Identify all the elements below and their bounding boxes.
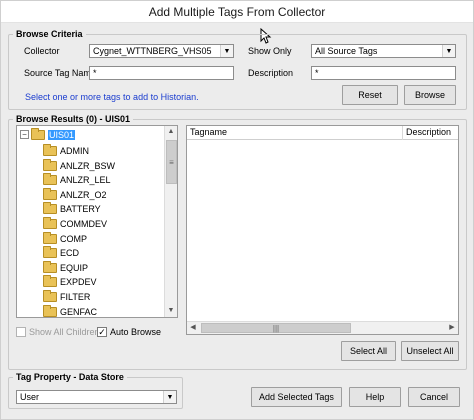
tree-item[interactable]: GENFAC [43,304,98,317]
scrollbar-thumb[interactable]: ≡ [166,140,177,184]
select-all-button[interactable]: Select All [341,341,396,361]
tree-item-label: ANLZR_LEL [60,175,111,186]
tree-item-label: ADMIN [60,146,89,156]
instruction-text: Select one or more tags to add to Histor… [25,92,199,102]
tree-item[interactable]: ADMIN [43,144,89,158]
data-store-select-value: User [20,392,40,402]
scrollbar-thumb[interactable]: ||| [201,323,351,333]
cancel-button[interactable]: Cancel [408,387,460,407]
tree-item-label: ANLZR_BSW [60,160,116,171]
folder-icon [43,304,57,317]
grid-horizontal-scrollbar[interactable]: ◀ ||| ▶ [187,321,458,334]
add-selected-tags-button[interactable]: Add Selected Tags [251,387,342,407]
tree-root-label: UIS01 [48,130,76,140]
description-input[interactable]: * [311,66,456,80]
show-only-select-value: All Source Tags [315,46,378,56]
scroll-up-icon[interactable]: ▲ [165,126,177,138]
tree-item-label: COMMDEV [60,219,107,229]
auto-browse-checkbox[interactable]: ✓ [97,327,107,337]
reset-button[interactable]: Reset [342,85,398,105]
auto-browse-label: Auto Browse [110,327,162,337]
show-only-select[interactable]: All Source Tags ▼ [311,44,456,58]
grid-header: Tagname Description [187,126,458,140]
tree-item-label: EXPDEV [60,277,97,288]
folder-icon [43,217,57,229]
add-tags-dialog: Add Multiple Tags From Collector Browse … [0,0,474,420]
data-store-select[interactable]: User ▼ [16,390,177,404]
scroll-right-icon[interactable]: ▶ [446,322,458,334]
help-button[interactable]: Help [349,387,401,407]
browse-button[interactable]: Browse [404,85,456,105]
column-header-tagname[interactable]: Tagname [187,126,403,140]
source-tag-name-input[interactable]: * [89,66,234,80]
tree-item[interactable]: ANLZR_BSW [43,158,116,173]
chevron-down-icon[interactable]: ▼ [163,391,176,403]
tree-item[interactable]: EXPDEV [43,275,97,289]
folder-icon [43,202,57,215]
tree-item[interactable]: EQUIP [43,260,89,275]
folder-icon [43,187,57,200]
chevron-down-icon[interactable]: ▼ [220,45,233,57]
tree-item-label: COMP [60,233,87,244]
tags-grid[interactable]: Tagname Description ◀ ||| ▶ [186,125,459,335]
tree-item[interactable]: COMP [43,231,87,246]
tree-item[interactable]: ECD [43,246,79,260]
tree-item-label: ANLZR_O2 [60,189,107,200]
tree-item-label: GENFAC [60,306,98,317]
folder-icon [43,231,57,244]
folder-icon [31,128,45,140]
folder-icon [43,144,57,156]
tree-item[interactable]: ANLZR_O2 [43,187,107,202]
tree-item-label: FILTER [60,292,91,302]
tree-item[interactable]: FILTER [43,290,90,304]
show-all-children-checkbox[interactable] [16,327,26,337]
tag-property-legend: Tag Property - Data Store [13,371,127,383]
folder-icon [43,246,57,259]
source-tag-name-label: Source Tag Name [24,68,96,78]
tree-item-label: BATTERY [60,204,101,215]
collapse-icon[interactable]: − [20,130,29,139]
collector-select[interactable]: Cygnet_WTTNBERG_VHS05 ▼ [89,44,234,58]
scroll-left-icon[interactable]: ◀ [187,322,199,334]
folder-icon [43,260,57,273]
window-title: Add Multiple Tags From Collector [1,1,473,23]
folder-icon [43,173,57,186]
collector-tree[interactable]: − UIS01 ADMIN ANLZR_BSW ANLZR_LEL ANLZR_O2 B… [16,125,178,318]
collector-select-value: Cygnet_WTTNBERG_VHS05 [93,46,212,56]
folder-icon [43,275,57,288]
show-only-label: Show Only [248,46,292,56]
description-label: Description [248,68,294,78]
tree-item[interactable]: COMMDEV [43,217,107,231]
browse-criteria-legend: Browse Criteria [13,28,86,40]
chevron-down-icon[interactable]: ▼ [442,45,455,57]
tree-vertical-scrollbar[interactable]: ▲ ≡ ▼ [164,126,177,317]
collector-label: Collector [24,46,60,56]
folder-icon [43,290,57,302]
show-all-children-label: Show All Children [29,327,100,337]
scroll-down-icon[interactable]: ▼ [165,305,177,317]
unselect-all-button[interactable]: Unselect All [401,341,459,361]
folder-icon [43,158,57,171]
tree-item[interactable]: ANLZR_LEL [43,173,111,187]
browse-results-legend: Browse Results (0) - UIS01 [13,113,134,125]
tree-item-label: EQUIP [60,262,89,273]
tree-item[interactable]: BATTERY [43,202,101,216]
tree-root[interactable]: UIS01 [31,128,76,142]
tree-item-label: ECD [60,248,80,259]
column-header-description[interactable]: Description [403,126,458,140]
